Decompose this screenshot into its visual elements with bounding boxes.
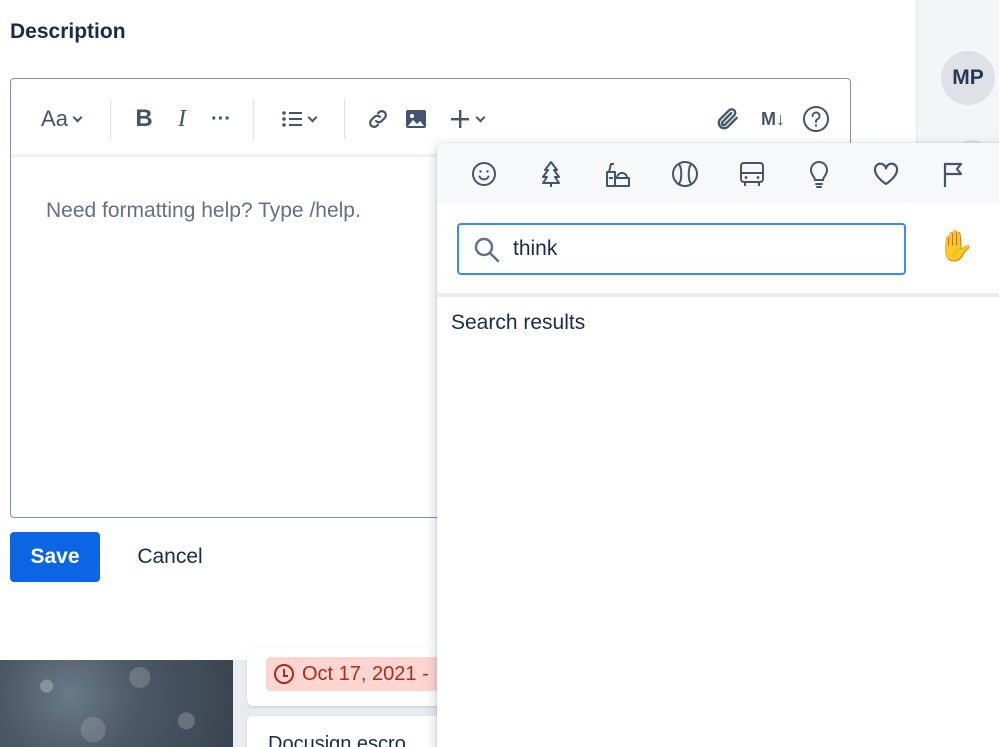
bold-button[interactable]: B bbox=[130, 105, 158, 133]
attachment-button[interactable] bbox=[713, 105, 743, 133]
emoji-search-area: ✋ bbox=[437, 203, 999, 297]
description-heading: Description bbox=[10, 20, 126, 43]
more-formatting-label: ··· bbox=[211, 107, 231, 130]
skin-tone-selector[interactable]: ✋ bbox=[937, 229, 974, 264]
italic-label: I bbox=[178, 105, 186, 132]
image-button[interactable] bbox=[402, 105, 430, 133]
category-symbols[interactable] bbox=[871, 159, 901, 189]
due-date-text: Oct 17, 2021 - bbox=[302, 662, 429, 685]
link-icon bbox=[369, 110, 387, 128]
smiley-icon bbox=[472, 162, 496, 186]
editor-placeholder: Need formatting help? Type /help. bbox=[46, 199, 361, 222]
heart-icon bbox=[873, 162, 899, 186]
search-results-label: Search results bbox=[451, 311, 586, 334]
insert-button[interactable] bbox=[441, 105, 491, 133]
help-icon bbox=[803, 106, 829, 132]
more-formatting-button[interactable]: ··· bbox=[207, 105, 235, 133]
baseball-icon bbox=[672, 161, 698, 187]
toolbar-divider bbox=[344, 99, 345, 139]
category-activity[interactable] bbox=[670, 159, 700, 189]
lightbulb-icon bbox=[809, 161, 829, 188]
category-travel[interactable] bbox=[737, 159, 767, 189]
markdown-button[interactable]: M↓ bbox=[757, 105, 789, 133]
category-smileys[interactable] bbox=[469, 159, 499, 189]
help-button[interactable] bbox=[801, 105, 831, 133]
category-nature[interactable] bbox=[536, 159, 566, 189]
image-icon bbox=[406, 110, 426, 128]
bus-icon bbox=[740, 162, 764, 186]
due-date-badge[interactable]: Oct 17, 2021 - bbox=[266, 657, 446, 691]
bullet-list-icon bbox=[281, 111, 302, 127]
list-button[interactable] bbox=[273, 105, 323, 133]
category-food[interactable] bbox=[603, 159, 633, 189]
bold-label: B bbox=[135, 105, 153, 132]
markdown-label: M↓ bbox=[761, 108, 785, 129]
save-button[interactable]: Save bbox=[10, 532, 100, 582]
paperclip-icon bbox=[717, 108, 738, 130]
link-button[interactable] bbox=[364, 105, 392, 133]
emoji-search-input[interactable] bbox=[513, 235, 893, 263]
category-objects[interactable] bbox=[804, 159, 834, 189]
chevron-down-icon bbox=[72, 112, 83, 122]
avatar-initials: MP bbox=[952, 66, 984, 89]
toolbar-divider bbox=[253, 99, 254, 139]
tree-icon bbox=[542, 161, 560, 187]
food-icon bbox=[606, 163, 630, 187]
emoji-category-bar bbox=[437, 143, 999, 203]
emoji-picker: ✋ Search results bbox=[437, 143, 999, 747]
cancel-button[interactable]: Cancel bbox=[118, 532, 222, 582]
flag-icon bbox=[943, 162, 963, 187]
clock-icon bbox=[274, 664, 294, 684]
category-flags[interactable] bbox=[938, 159, 968, 189]
chevron-down-icon bbox=[475, 112, 485, 122]
search-icon bbox=[474, 237, 500, 263]
italic-button[interactable]: I bbox=[168, 105, 196, 133]
chevron-down-icon bbox=[307, 112, 317, 122]
plus-icon bbox=[450, 110, 469, 128]
emoji-search-box[interactable] bbox=[457, 223, 906, 275]
text-style-button[interactable]: Aa bbox=[35, 105, 87, 133]
toolbar-divider bbox=[110, 99, 111, 139]
background-card-title: Docusign escro bbox=[268, 733, 406, 747]
avatar[interactable]: MP bbox=[941, 51, 995, 105]
card-cover-image bbox=[0, 660, 233, 747]
text-style-label: Aa bbox=[41, 106, 68, 131]
